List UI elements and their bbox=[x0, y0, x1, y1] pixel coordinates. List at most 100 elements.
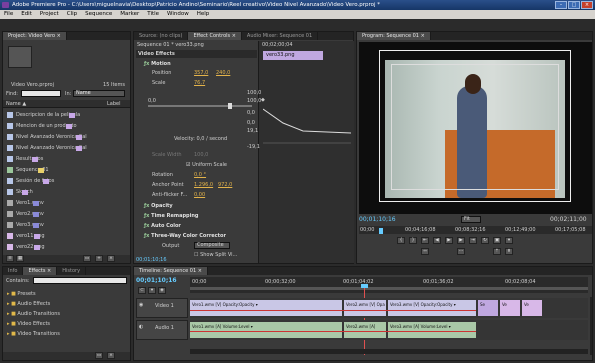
effects-search-input[interactable] bbox=[33, 277, 127, 284]
program-current-timecode[interactable]: 00;01;10;16 bbox=[359, 216, 396, 223]
antiflicker-value[interactable]: 0,00 bbox=[194, 192, 205, 198]
show-split-checkbox[interactable]: ☐ Show Split Vi... bbox=[194, 252, 237, 258]
goto-out-icon[interactable]: ⇥ bbox=[469, 237, 477, 244]
video-clip[interactable]: Ve bbox=[500, 300, 520, 316]
tab-effect-controls[interactable]: Effect Controls × bbox=[188, 32, 242, 40]
tab-timeline[interactable]: Timeline: Sequence 01 × bbox=[134, 267, 208, 275]
rotation-value[interactable]: 0,0 ° bbox=[194, 172, 206, 178]
delete-icon[interactable]: × bbox=[107, 255, 115, 262]
list-item[interactable]: Nivel Avanzado Veronica Sal bbox=[3, 143, 87, 154]
extract-icon[interactable]: ⇞ bbox=[505, 248, 513, 255]
menu-window[interactable]: Window bbox=[167, 11, 189, 17]
audio-clip[interactable]: Vero1.wmv [A] Volume:Level ▾ bbox=[190, 322, 342, 338]
loop-icon[interactable]: ↻ bbox=[481, 237, 489, 244]
audio-clip[interactable]: Vero2.wmv [A] bbox=[344, 322, 386, 338]
scale-value[interactable]: 76,7 bbox=[194, 80, 205, 86]
audio-track[interactable]: Vero1.wmv [A] Volume:Level ▾ Vero2.wmv [… bbox=[190, 320, 588, 340]
in-select[interactable]: Name bbox=[73, 90, 125, 97]
opacity-section[interactable]: ƒx Opacity bbox=[134, 202, 256, 211]
list-item[interactable]: Nivel Avanzado Veronica Sal bbox=[3, 132, 87, 143]
tab-history[interactable]: History bbox=[57, 267, 87, 275]
menu-file[interactable]: File bbox=[4, 11, 13, 17]
list-item[interactable]: Vero1.wmv bbox=[3, 198, 44, 209]
list-item[interactable]: Descripcion de la pelicula bbox=[3, 110, 80, 121]
menu-help[interactable]: Help bbox=[197, 11, 210, 17]
audio-track-header[interactable]: ◐ Audio 1 bbox=[136, 320, 188, 340]
mark-out-icon[interactable]: } bbox=[409, 237, 417, 244]
speaker-icon[interactable]: ◐ bbox=[139, 324, 143, 330]
playhead-icon[interactable] bbox=[361, 284, 368, 288]
three-way-color-section[interactable]: ƒx Three-Way Color Corrector bbox=[134, 232, 256, 241]
timeline-horizontal-scrollbar[interactable] bbox=[190, 349, 588, 354]
output-select[interactable]: Composite bbox=[194, 242, 230, 249]
video-clip[interactable]: Vero2.wmv [V] Opa bbox=[344, 300, 386, 316]
tab-source[interactable]: Source: (no clips) bbox=[134, 32, 189, 40]
jog-icon[interactable]: ⋯ bbox=[457, 248, 465, 255]
keyframe-area[interactable]: 00;02;00;04 vero33.png ◆ bbox=[258, 41, 354, 263]
list-item[interactable]: Vero3.wmv bbox=[3, 220, 44, 231]
minimize-button[interactable]: – bbox=[555, 1, 567, 9]
scale-slider-track[interactable] bbox=[148, 105, 252, 107]
audio-clip[interactable]: Vero3.wmv [A] Volume:Level ▾ bbox=[388, 322, 476, 338]
step-forward-icon[interactable]: ▶ bbox=[457, 237, 465, 244]
time-remapping-section[interactable]: ƒx Time Remapping bbox=[134, 212, 256, 221]
fit-select[interactable]: Fit bbox=[461, 216, 481, 223]
eye-icon[interactable]: ◉ bbox=[139, 302, 143, 308]
close-button[interactable]: × bbox=[581, 1, 593, 9]
find-input[interactable] bbox=[21, 90, 61, 97]
video-clip[interactable]: Vero3.wmv [V] Opacity:Opacity ▾ bbox=[388, 300, 476, 316]
playhead-icon[interactable] bbox=[379, 228, 383, 234]
motion-section[interactable]: ƒx Motion bbox=[134, 60, 256, 69]
menu-edit[interactable]: Edit bbox=[21, 11, 32, 17]
timeline-timecode[interactable]: 00;01;10;16 bbox=[136, 277, 177, 284]
output-icon[interactable]: ▾ bbox=[505, 237, 513, 244]
maximize-button[interactable]: □ bbox=[568, 1, 580, 9]
anchor-x-value[interactable]: 1.296,0 bbox=[194, 182, 213, 188]
timeline-scrollbar[interactable] bbox=[590, 297, 592, 355]
tab-info[interactable]: Info bbox=[3, 267, 24, 275]
menu-title[interactable]: Title bbox=[147, 11, 159, 17]
list-item[interactable]: vero22.png bbox=[3, 242, 45, 253]
new-item-icon[interactable]: + bbox=[95, 255, 103, 262]
lift-icon[interactable]: ⇡ bbox=[493, 248, 501, 255]
position-x-value[interactable]: 357,0 bbox=[194, 70, 208, 76]
menu-clip[interactable]: Clip bbox=[67, 11, 77, 17]
effects-folder-video-transitions[interactable]: ▸ ■ Video Transitions bbox=[3, 329, 60, 340]
list-item[interactable]: Resultados bbox=[3, 154, 43, 165]
scale-slider-thumb[interactable] bbox=[228, 103, 232, 109]
new-bin-icon[interactable]: ▭ bbox=[95, 352, 103, 359]
auto-color-section[interactable]: ƒx Auto Color bbox=[134, 222, 256, 231]
list-item[interactable]: Mencion de un producto bbox=[3, 121, 77, 132]
play-icon[interactable]: ▶ bbox=[445, 237, 453, 244]
tab-effects[interactable]: Effects × bbox=[23, 267, 58, 275]
icon-view-icon[interactable]: ▦ bbox=[16, 255, 24, 262]
list-item[interactable]: Sesión de fotos bbox=[3, 176, 54, 187]
timeline-ruler[interactable]: 00;00 00;00;32;00 00;01;04;02 00;01;36;0… bbox=[190, 277, 588, 293]
effect-controls-timecode[interactable]: 00;01;10;16 bbox=[136, 257, 167, 263]
new-bin-icon[interactable]: ▭ bbox=[83, 255, 91, 262]
video-clip[interactable]: Ve bbox=[522, 300, 542, 316]
work-area-bar[interactable] bbox=[190, 287, 588, 290]
menu-project[interactable]: Project bbox=[40, 11, 59, 17]
shuttle-icon[interactable]: ⇿ bbox=[421, 248, 429, 255]
mini-clip-bar[interactable]: vero33.png bbox=[263, 51, 323, 60]
tab-audio-mixer[interactable]: Audio Mixer: Sequence 01 bbox=[242, 32, 319, 40]
mark-in-icon[interactable]: { bbox=[397, 237, 405, 244]
menu-sequence[interactable]: Sequence bbox=[85, 11, 112, 17]
video-track-header[interactable]: ◉ Video 1 bbox=[136, 298, 188, 318]
tab-program[interactable]: Program: Sequence 01 × bbox=[357, 32, 431, 40]
video-track[interactable]: Vero1.wmv [V] Opacity:Opacity ▾ Vero2.wm… bbox=[190, 298, 588, 318]
name-column-header[interactable]: Name ▲ bbox=[6, 101, 26, 107]
uniform-scale-checkbox[interactable]: ☑ Uniform Scale bbox=[186, 162, 227, 168]
list-view-icon[interactable]: ≡ bbox=[6, 255, 14, 262]
video-clip[interactable]: Se bbox=[478, 300, 498, 316]
goto-in-icon[interactable]: ⇤ bbox=[421, 237, 429, 244]
menu-marker[interactable]: Marker bbox=[120, 11, 139, 17]
keyframe-diamond-icon[interactable]: ◆ bbox=[261, 97, 265, 103]
add-marker-icon[interactable]: ◈ bbox=[158, 287, 166, 294]
video-viewport[interactable] bbox=[359, 42, 592, 214]
video-clip[interactable]: Vero1.wmv [V] Opacity:Opacity ▾ bbox=[190, 300, 342, 316]
anchor-y-value[interactable]: 972,0 bbox=[218, 182, 232, 188]
tab-project[interactable]: Project: Video Vero × bbox=[3, 32, 67, 40]
position-y-value[interactable]: 240,0 bbox=[216, 70, 230, 76]
